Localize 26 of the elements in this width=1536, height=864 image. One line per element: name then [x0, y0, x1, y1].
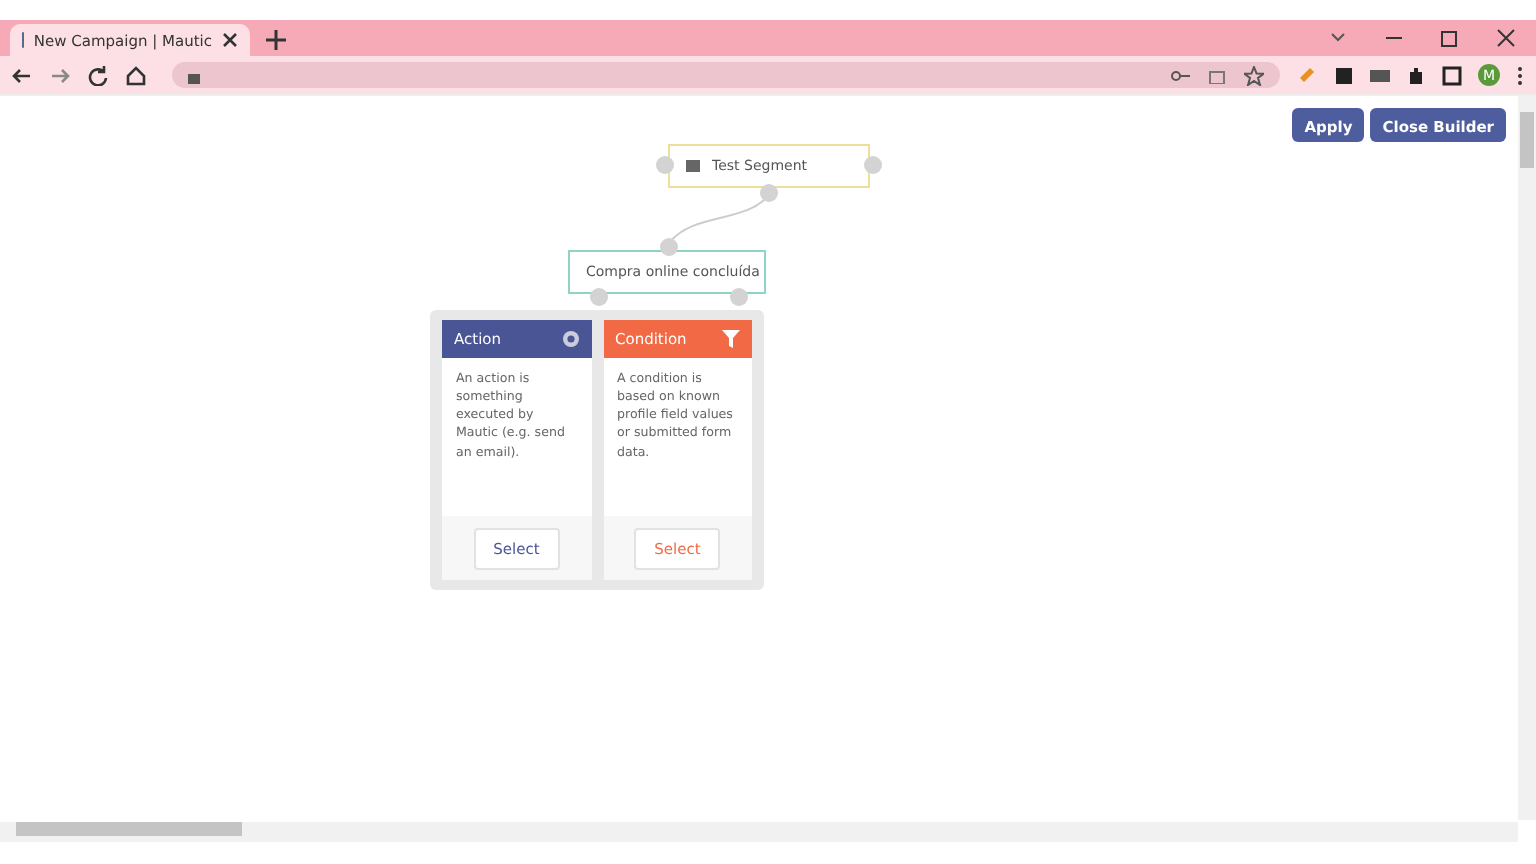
vertical-scrollbar[interactable] — [1518, 96, 1536, 820]
address-field[interactable] — [172, 62, 1280, 88]
filter-icon — [722, 330, 740, 348]
anchor-dot[interactable] — [760, 184, 778, 202]
home-icon[interactable] — [126, 65, 146, 85]
star-icon[interactable] — [1244, 65, 1264, 85]
anchor-dot[interactable] — [656, 156, 674, 174]
new-tab-icon[interactable] — [266, 30, 286, 50]
anchor-dot[interactable] — [864, 156, 882, 174]
puzzle-icon[interactable] — [1406, 65, 1426, 85]
anchor-dot[interactable] — [730, 288, 748, 306]
forward-icon[interactable] — [50, 65, 70, 85]
share-icon[interactable] — [1208, 66, 1226, 84]
side-panel-icon[interactable] — [1442, 65, 1462, 85]
back-icon[interactable] — [12, 65, 32, 85]
circle-icon — [561, 330, 579, 348]
close-icon[interactable] — [1496, 28, 1516, 48]
key-icon[interactable] — [1170, 67, 1190, 83]
restore-icon[interactable] — [1440, 28, 1460, 48]
anchor-dot[interactable] — [590, 288, 608, 306]
more-icon[interactable] — [1516, 65, 1524, 85]
anchor-dot[interactable] — [660, 238, 678, 256]
list-icon — [686, 160, 700, 172]
close-icon[interactable] — [222, 32, 238, 48]
reload-icon[interactable] — [88, 65, 108, 85]
horizontal-scrollbar[interactable] — [0, 822, 1518, 842]
